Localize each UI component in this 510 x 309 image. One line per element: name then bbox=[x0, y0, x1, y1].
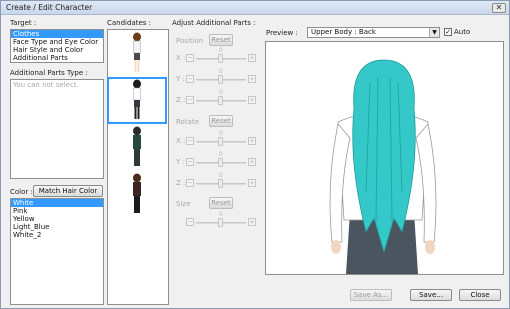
candidate-thumbnail[interactable] bbox=[107, 171, 167, 218]
rotate-z-slider[interactable]: 0 Z : − + bbox=[176, 172, 261, 189]
color-list[interactable]: White Pink Yellow Light_Blue White_2 bbox=[10, 198, 104, 305]
additional-parts-type-label: Additional Parts Type : bbox=[10, 69, 88, 77]
color-item-white-2[interactable]: White_2 bbox=[11, 231, 103, 239]
position-x-slider[interactable]: 0 X : − + bbox=[176, 47, 261, 64]
size-thumb[interactable] bbox=[218, 218, 223, 227]
position-z-zero: 0 bbox=[219, 89, 223, 96]
character-back-view-image bbox=[329, 59, 437, 274]
size-zero: 0 bbox=[219, 211, 223, 218]
title-bar[interactable]: Create / Edit Character ✕ bbox=[1, 1, 509, 15]
rotate-z-plus-button[interactable]: + bbox=[248, 179, 256, 187]
target-item-additional-parts[interactable]: Additional Parts bbox=[11, 54, 103, 62]
preview-view-select[interactable]: Upper Body : Back ▼ bbox=[307, 27, 440, 38]
rotate-z-axis-label: Z : bbox=[176, 179, 186, 187]
rotate-z-minus-button[interactable]: − bbox=[186, 179, 194, 187]
close-button[interactable]: Close bbox=[459, 289, 501, 301]
additional-parts-placeholder: You can not select. bbox=[13, 81, 79, 89]
rotate-y-thumb[interactable] bbox=[218, 158, 223, 167]
target-list[interactable]: Clothes Face Type and Eye Color Hair Sty… bbox=[10, 29, 104, 63]
rotate-y-zero: 0 bbox=[219, 151, 223, 158]
position-x-minus-button[interactable]: − bbox=[186, 54, 194, 62]
candidate-thumbnail-selected[interactable] bbox=[107, 77, 167, 124]
preview-label: Preview : bbox=[266, 29, 298, 37]
candidate-thumbnail[interactable] bbox=[107, 30, 167, 77]
auto-label: Auto bbox=[454, 28, 471, 36]
candidates-label: Candidates : bbox=[107, 19, 152, 27]
position-x-axis-label: X : bbox=[176, 54, 186, 62]
size-reset-button[interactable]: Reset bbox=[209, 197, 233, 209]
position-x-plus-button[interactable]: + bbox=[248, 54, 256, 62]
position-z-plus-button[interactable]: + bbox=[248, 96, 256, 104]
position-y-zero: 0 bbox=[219, 68, 223, 75]
target-item-face-type[interactable]: Face Type and Eye Color bbox=[11, 38, 103, 46]
preview-canvas[interactable] bbox=[265, 41, 504, 275]
position-y-thumb[interactable] bbox=[218, 75, 223, 84]
color-item-pink[interactable]: Pink bbox=[11, 207, 103, 215]
position-y-slider[interactable]: 0 Y : − + bbox=[176, 68, 261, 85]
color-item-light-blue[interactable]: Light_Blue bbox=[11, 223, 103, 231]
position-x-thumb[interactable] bbox=[218, 54, 223, 63]
chevron-down-icon: ▼ bbox=[429, 28, 439, 37]
rotate-x-minus-button[interactable]: − bbox=[186, 137, 194, 145]
window-title: Create / Edit Character bbox=[6, 3, 93, 12]
size-slider[interactable]: 0 − + bbox=[176, 211, 261, 228]
rotate-label: Rotate bbox=[176, 118, 199, 126]
rotate-x-slider[interactable]: 0 X : − + bbox=[176, 130, 261, 147]
color-item-yellow[interactable]: Yellow bbox=[11, 215, 103, 223]
color-item-white[interactable]: White bbox=[11, 199, 103, 207]
preview-view-select-value: Upper Body : Back bbox=[311, 28, 376, 36]
rotate-y-slider[interactable]: 0 Y : − + bbox=[176, 151, 261, 168]
position-z-axis-label: Z : bbox=[176, 96, 186, 104]
rotate-x-axis-label: X : bbox=[176, 137, 186, 145]
rotate-z-thumb[interactable] bbox=[218, 179, 223, 188]
position-x-zero: 0 bbox=[219, 47, 223, 54]
rotate-y-plus-button[interactable]: + bbox=[248, 158, 256, 166]
size-plus-button[interactable]: + bbox=[248, 218, 256, 226]
rotate-y-axis-label: Y : bbox=[176, 158, 185, 166]
rotate-reset-button[interactable]: Reset bbox=[209, 115, 233, 127]
size-minus-button[interactable]: − bbox=[186, 218, 194, 226]
position-z-slider[interactable]: 0 Z : − + bbox=[176, 89, 261, 106]
rotate-x-thumb[interactable] bbox=[218, 137, 223, 146]
position-z-thumb[interactable] bbox=[218, 96, 223, 105]
save-as-button[interactable]: Save As... bbox=[350, 289, 392, 301]
adjust-additional-parts-label: Adjust Additional Parts : bbox=[172, 19, 256, 27]
candidate-thumbnail[interactable] bbox=[107, 124, 167, 171]
auto-checkbox[interactable]: ✓ bbox=[444, 28, 452, 36]
position-z-minus-button[interactable]: − bbox=[186, 96, 194, 104]
position-y-axis-label: Y : bbox=[176, 75, 185, 83]
position-reset-button[interactable]: Reset bbox=[209, 34, 233, 46]
target-item-clothes[interactable]: Clothes bbox=[11, 30, 103, 38]
rotate-x-plus-button[interactable]: + bbox=[248, 137, 256, 145]
match-hair-color-button[interactable]: Match Hair Color bbox=[33, 185, 103, 197]
size-label: Size bbox=[176, 200, 191, 208]
create-edit-character-window: Create / Edit Character ✕ Target : Cloth… bbox=[0, 0, 510, 309]
position-label: Position bbox=[176, 37, 204, 45]
color-label: Color : bbox=[10, 188, 33, 196]
rotate-x-zero: 0 bbox=[219, 130, 223, 137]
rotate-z-zero: 0 bbox=[219, 172, 223, 179]
target-item-hair-style[interactable]: Hair Style and Color bbox=[11, 46, 103, 54]
target-label: Target : bbox=[10, 19, 37, 27]
additional-parts-type-list[interactable]: You can not select. bbox=[10, 79, 104, 179]
position-y-plus-button[interactable]: + bbox=[248, 75, 256, 83]
rotate-y-minus-button[interactable]: − bbox=[186, 158, 194, 166]
position-y-minus-button[interactable]: − bbox=[186, 75, 194, 83]
close-icon[interactable]: ✕ bbox=[492, 3, 506, 13]
save-button[interactable]: Save... bbox=[410, 289, 452, 301]
